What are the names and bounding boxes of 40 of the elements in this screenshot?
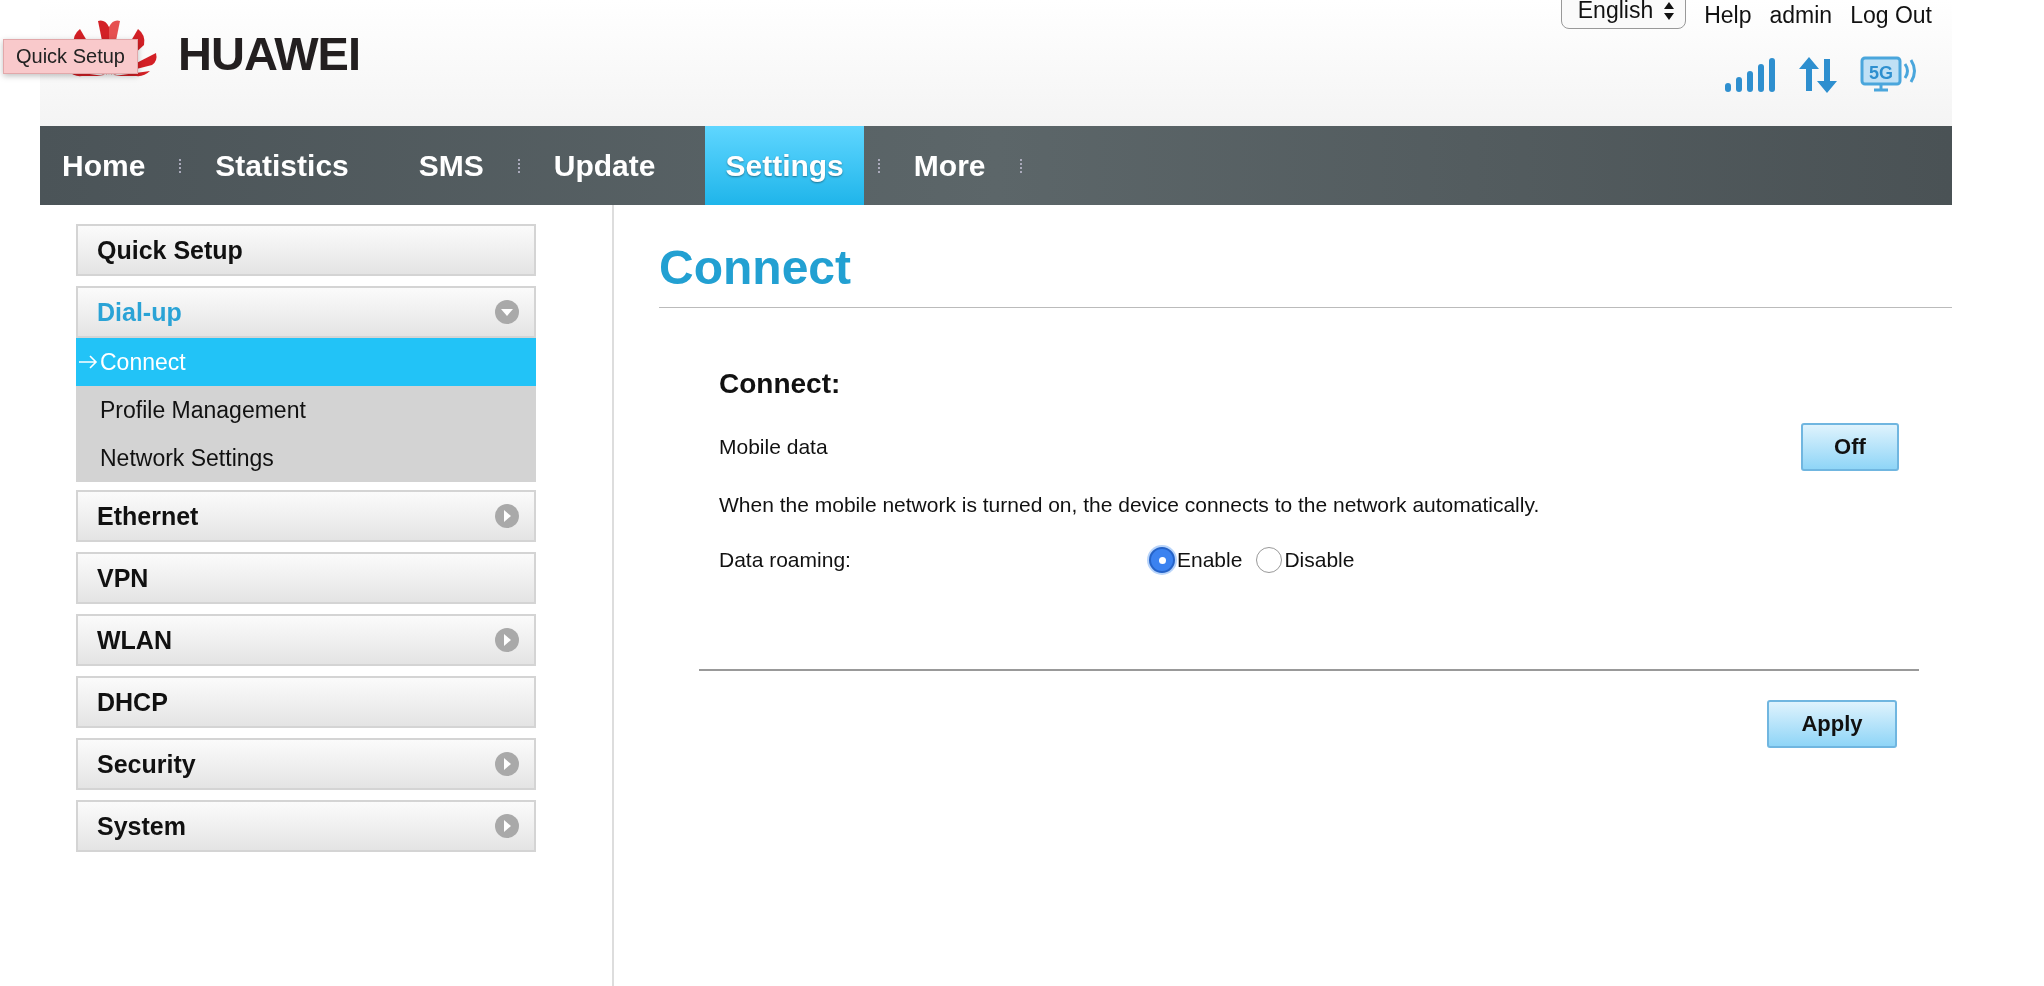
field-label: Mobile data: [719, 435, 828, 459]
nav-tab[interactable]: SMS: [398, 126, 504, 205]
sidebar-item[interactable]: Ethernet: [76, 490, 536, 542]
tooltip: Quick Setup: [3, 39, 138, 74]
arrow-right-icon: [78, 355, 98, 369]
signal-strength-icon: [1724, 57, 1776, 93]
sidebar-item[interactable]: Quick Setup: [76, 224, 536, 276]
nav-tab[interactable]: More: [893, 126, 1006, 205]
section-heading: Connect:: [719, 368, 842, 400]
mobile-data-toggle-button[interactable]: Off: [1801, 423, 1899, 471]
chevron-down-icon: [494, 299, 520, 325]
sidebar-item[interactable]: WLAN: [76, 614, 536, 666]
chevron-right-icon: [494, 627, 520, 653]
language-select[interactable]: English: [1560, 0, 1687, 29]
header-link[interactable]: Help: [1704, 2, 1752, 29]
chevron-right-icon: [494, 751, 520, 777]
radio-label: Disable: [1284, 548, 1355, 572]
radio-button[interactable]: [1149, 547, 1175, 573]
up-down-arrows-icon: [1798, 57, 1838, 93]
submenu-item[interactable]: Network Settings: [76, 434, 536, 482]
chevron-right-icon: [494, 503, 520, 529]
header-link[interactable]: admin: [1769, 2, 1833, 29]
sidebar-item[interactable]: VPN: [76, 552, 536, 604]
brand-logo-text: HUAWEI: [178, 26, 360, 81]
sidebar-item[interactable]: DHCP: [76, 676, 536, 728]
radio-label: Enable: [1177, 548, 1243, 572]
sidebar-item[interactable]: System: [76, 800, 536, 852]
nav-tab[interactable]: Statistics: [195, 126, 369, 205]
radio-button[interactable]: [1256, 547, 1283, 573]
page-title: Connect: [659, 240, 852, 296]
nav-tab[interactable]: Update: [533, 126, 676, 205]
nav-tab[interactable]: Home: [42, 126, 166, 205]
apply-button[interactable]: Apply: [1767, 700, 1897, 748]
submenu-item[interactable]: Profile Management: [76, 386, 536, 434]
description-text: When the mobile network is turned on, the device connects to the network automatically.: [719, 492, 1541, 518]
chevron-right-icon: [494, 813, 520, 839]
up-down-caret-icon: [1663, 0, 1676, 21]
sidebar-item[interactable]: Security: [76, 738, 536, 790]
field-label: Data roaming:: [719, 548, 852, 572]
header-link[interactable]: Log Out: [1850, 2, 1932, 29]
